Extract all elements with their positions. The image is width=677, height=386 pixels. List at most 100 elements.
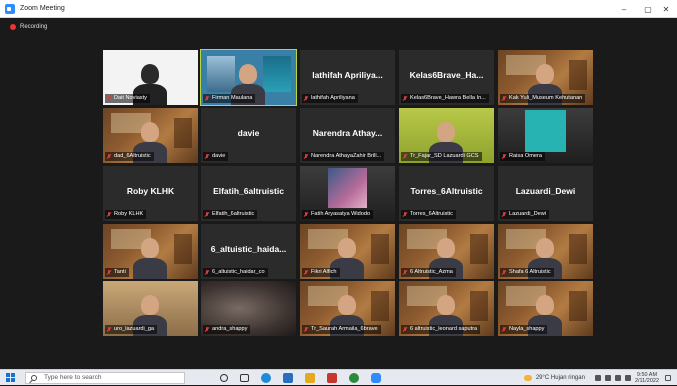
participant-name-label: Torres_6Altruistic xyxy=(401,210,456,219)
system-tray: 29°C Hujan ringan 9:50 AM 2/11/2022 xyxy=(523,370,671,386)
participant-tile[interactable]: Roby KLHK Roby KLHK xyxy=(103,166,198,221)
title-bar: Zoom Meeting – ▢ ✕ xyxy=(0,0,677,18)
participant-name-label: Nayla_shappy xyxy=(500,325,548,334)
chevron-up-icon[interactable] xyxy=(594,375,601,381)
cortana-icon[interactable] xyxy=(220,373,228,382)
search-placeholder: Type here to search xyxy=(44,374,102,381)
participant-display-name: Kelas6Brave_Ha... xyxy=(409,70,484,80)
participant-tile[interactable]: Tr_Saurah Armaila_6brave xyxy=(300,281,395,336)
participant-name-label: Elfatih_6altruistic xyxy=(203,210,258,219)
store-icon[interactable] xyxy=(283,372,293,383)
muted-mic-icon xyxy=(205,95,209,102)
file-explorer-icon[interactable] xyxy=(305,372,315,383)
participant-name-label: Narendra AthayaZahir Brill... xyxy=(302,152,385,161)
participant-tile[interactable]: Firman Maulana xyxy=(200,49,297,106)
clock-date: 2/11/2022 xyxy=(634,378,659,384)
muted-mic-icon xyxy=(304,269,308,276)
participant-name: Tr_Saurah Armaila_6brave xyxy=(311,326,378,332)
participant-name-label: Tr_Saurah Armaila_6brave xyxy=(302,325,381,334)
windows-start-icon[interactable] xyxy=(6,373,15,382)
participant-tile[interactable]: 6 Altruistic_Azma xyxy=(399,224,494,279)
battery-icon[interactable] xyxy=(624,375,631,381)
muted-mic-icon xyxy=(205,153,209,160)
participant-tile[interactable]: 6_altuistic_haida... 6_altuistic_haidar_c… xyxy=(201,224,296,279)
participant-tile[interactable]: lathifah Apriliya... lathifah Apriliyana xyxy=(300,50,395,105)
participant-name-label: Tr_Fajar_SD Lazuardi GCS xyxy=(401,152,482,161)
participant-tile[interactable]: Tr_Fajar_SD Lazuardi GCS xyxy=(399,108,494,163)
muted-mic-icon xyxy=(107,211,111,218)
participant-name-label: Tanti xyxy=(105,268,129,277)
participant-tile[interactable]: andra_shappy xyxy=(201,281,296,336)
participant-tile[interactable]: uro_lazuardi_ga xyxy=(103,281,198,336)
zoom-app-icon xyxy=(5,3,15,14)
zoom-window: Zoom Meeting – ▢ ✕ Recording Dait Novias… xyxy=(0,0,677,385)
window-title: Zoom Meeting xyxy=(20,5,65,12)
participant-tile[interactable]: Narendra Athay... Narendra AthayaZahir Br… xyxy=(300,108,395,163)
participant-tile[interactable]: 6 altruistic_leonard saputra xyxy=(399,281,494,336)
participant-tile[interactable]: Kak Yuli_Museum Kehutanan xyxy=(498,50,593,105)
muted-mic-icon xyxy=(403,269,407,276)
participant-name: Kelas6Brave_Hawra Bella In... xyxy=(410,95,486,101)
windows-taskbar: Type here to search 29°C Hujan ringan 9:… xyxy=(0,369,677,385)
zoom-taskbar-icon[interactable] xyxy=(371,372,381,383)
muted-mic-icon xyxy=(502,153,506,160)
participant-display-name: Torres_6Altruistic xyxy=(410,186,483,196)
participant-name: Shafa 6 Altruistic xyxy=(509,269,551,275)
muted-mic-icon xyxy=(403,95,407,102)
participant-tile[interactable]: Lazuardi_Dewi Lazuardi_Dewi xyxy=(498,166,593,221)
participant-tile[interactable]: Elfatih_6altruistic Elfatih_6altruistic xyxy=(201,166,296,221)
network-icon[interactable] xyxy=(604,375,611,381)
taskbar-search-box[interactable]: Type here to search xyxy=(25,371,185,384)
muted-mic-icon xyxy=(107,326,111,333)
weather-text[interactable]: 29°C Hujan ringan xyxy=(536,375,585,381)
minimize-button[interactable]: – xyxy=(613,0,635,18)
participant-tile[interactable]: Shafa 6 Altruistic xyxy=(498,224,593,279)
muted-mic-icon xyxy=(107,269,111,276)
participant-name: dad_6Altruistic xyxy=(114,153,151,159)
participant-name: Narendra AthayaZahir Brill... xyxy=(311,153,382,159)
participant-name: Nayla_shappy xyxy=(509,326,545,332)
participant-tile[interactable]: Dait Noviasty xyxy=(103,50,198,105)
taskbar-clock[interactable]: 9:50 AM 2/11/2022 xyxy=(635,372,659,384)
participant-name: Torres_6Altruistic xyxy=(410,211,453,217)
office-icon[interactable] xyxy=(327,372,337,383)
participant-name: Tanti xyxy=(114,269,126,275)
participant-tile[interactable]: dad_6Altruistic xyxy=(103,108,198,163)
muted-mic-icon xyxy=(403,211,407,218)
participant-display-name: Roby KLHK xyxy=(126,186,175,196)
participant-name-label: Firman Maulana xyxy=(203,94,256,103)
recording-indicator[interactable]: Recording xyxy=(10,22,47,32)
participant-tile[interactable]: Kelas6Brave_Ha... Kelas6Brave_Hawra Bella… xyxy=(399,50,494,105)
participant-tile[interactable]: Fatih Aryasatya Widodo xyxy=(300,166,395,221)
participant-tile[interactable]: Raisa Omera xyxy=(498,108,593,163)
participant-tile[interactable]: Fikri Alfich xyxy=(300,224,395,279)
participant-display-name: Lazuardi_Dewi xyxy=(515,186,576,196)
muted-mic-icon xyxy=(205,211,209,218)
participant-name-label: davie xyxy=(203,152,229,161)
participant-name-label: Fikri Alfich xyxy=(302,268,340,277)
muted-mic-icon xyxy=(502,269,506,276)
volume-icon[interactable] xyxy=(614,375,621,381)
participant-name-label: 6 altruistic_leonard saputra xyxy=(401,325,481,334)
participant-tile[interactable]: Tanti xyxy=(103,224,198,279)
recording-dot-icon xyxy=(10,24,16,30)
participant-name-label: Fatih Aryasatya Widodo xyxy=(302,210,374,219)
edge-browser-icon[interactable] xyxy=(261,372,271,383)
participant-name: Elfatih_6altruistic xyxy=(212,211,255,217)
task-view-icon[interactable] xyxy=(240,373,249,382)
participant-name: Kak Yuli_Museum Kehutanan xyxy=(509,95,583,101)
participant-name: uro_lazuardi_ga xyxy=(114,326,155,332)
participant-name: Fatih Aryasatya Widodo xyxy=(311,211,371,217)
participant-name-label: uro_lazuardi_ga xyxy=(105,325,158,334)
participant-tile[interactable]: Torres_6Altruistic Torres_6Altruistic xyxy=(399,166,494,221)
notification-icon[interactable] xyxy=(665,375,671,381)
participant-tile[interactable]: davie davie xyxy=(201,108,296,163)
participant-name: andra_shappy xyxy=(212,326,248,332)
participant-tile[interactable]: Nayla_shappy xyxy=(498,281,593,336)
participant-name: lathifah Apriliyana xyxy=(311,95,355,101)
chrome-icon[interactable] xyxy=(349,372,359,383)
participant-display-name: Narendra Athay... xyxy=(312,128,383,138)
participant-name: Lazuardi_Dewi xyxy=(509,211,547,217)
close-button[interactable]: ✕ xyxy=(655,0,677,18)
participant-name: Raisa Omera xyxy=(509,153,542,159)
